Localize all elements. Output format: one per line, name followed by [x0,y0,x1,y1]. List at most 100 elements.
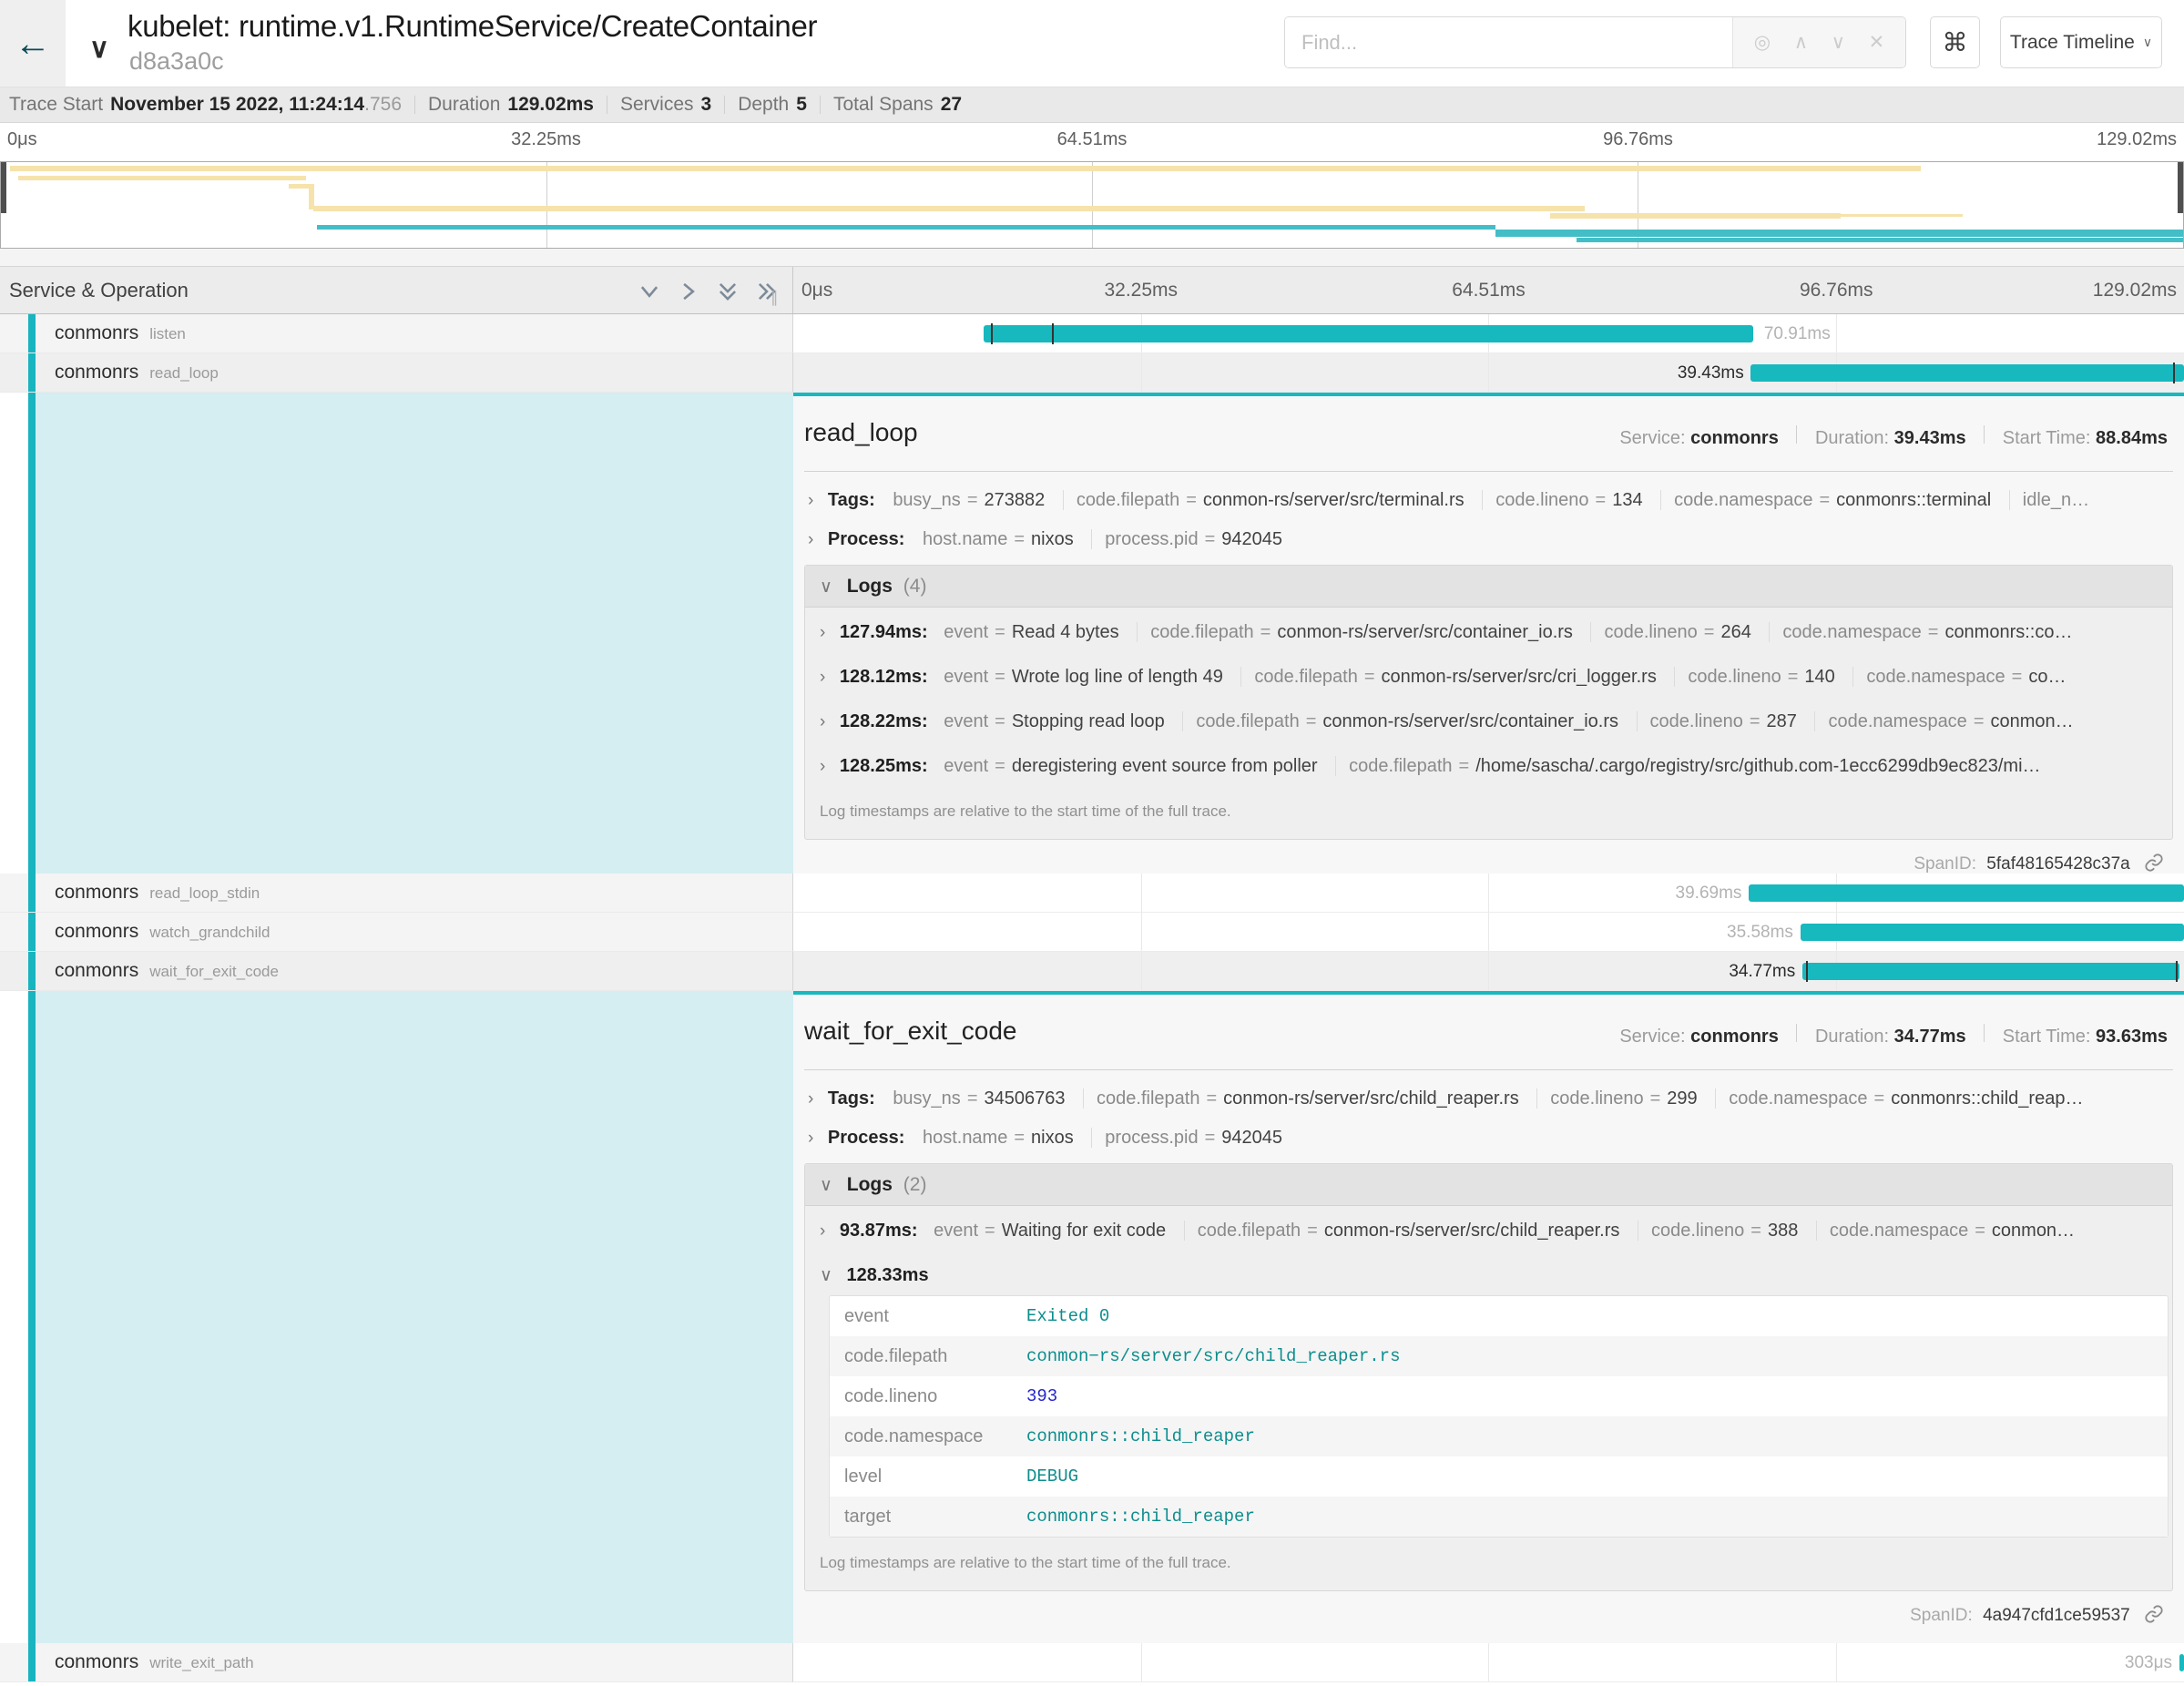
span-bar[interactable] [1801,924,2184,941]
span-bar[interactable] [1749,884,2184,902]
timeline-tick: 32.25ms [1104,280,1178,301]
span-duration-label: 39.43ms [1678,353,1744,393]
timeline-tick: 96.76ms [1800,280,1873,301]
span-row-read-loop-stdin: conmonrsread_loop_stdin 39.69ms [0,874,2184,913]
minimap-tick: 32.25ms [511,129,581,150]
log-entry-expanded[interactable]: ∨ 128.33ms [805,1251,2172,1286]
span-bar[interactable] [1750,364,2184,382]
service-meta-label: Service: [1619,428,1685,448]
log-timestamp: 127.94ms: [840,622,928,642]
find-group: ◎ ∧ ∨ ✕ [1284,16,1906,68]
span-name-cell[interactable]: conmonrsread_loop [0,353,793,393]
log-field: code.namespace=conmon… [1816,1221,2075,1241]
log-field: code.filepath=conmon-rs/server/src/conta… [1182,711,1618,731]
process-row[interactable]: › Process: host.name=nixos process.pid=9… [804,1128,2173,1149]
find-input[interactable] [1285,17,1732,67]
tags-row[interactable]: › Tags: busy_ns=273882 code.filepath=con… [804,490,2173,511]
logs-header[interactable]: ∨ Logs (4) [805,566,2172,608]
focus-match-icon[interactable]: ◎ [1754,31,1771,54]
minimap-tick: 64.51ms [1057,129,1128,150]
column-resizer-grip[interactable]: ∥ [771,289,781,307]
logs-label: Logs [847,1174,893,1195]
trace-title-chevron-icon[interactable]: ∨ [89,33,109,65]
span-name-cell[interactable]: conmonrsread_loop_stdin [0,874,793,913]
span-rows: conmonrslisten 70.91ms conmonrsread_loop… [0,314,2184,1682]
span-duration-label: 70.91ms [1764,314,1831,353]
service-name: conmonrs [55,921,138,942]
viewport-drag-handle-right[interactable] [2178,162,2183,213]
prev-match-icon[interactable]: ∧ [1794,31,1808,54]
log-field: code.lineno=287 [1637,711,1797,731]
process-row[interactable]: › Process: host.name=nixos process.pid=9… [804,529,2173,550]
log-marker [1052,323,1054,344]
chevron-right-icon: › [820,668,825,687]
back-button[interactable]: ← [0,0,66,87]
back-arrow-icon: ← [15,26,51,62]
span-detail-read-loop: read_loop Service: conmonrs Duration: 39… [0,393,2184,874]
log-entry[interactable]: › 127.94ms: event=Read 4 bytes code.file… [805,608,2172,652]
expand-one-icon[interactable] [677,280,700,303]
viewport-drag-handle-left[interactable] [1,162,6,213]
logs-label: Logs [847,576,893,597]
total-spans-value: 27 [941,94,962,116]
service-meta-value: conmonrs [1690,1027,1779,1047]
span-name-cell[interactable]: conmonrswait_for_exit_code [0,952,793,991]
minimap-tick: 0μs [7,129,37,150]
logs-header[interactable]: ∨ Logs (2) [805,1164,2172,1206]
minimap-canvas[interactable] [0,161,2184,249]
depth-label: Depth [738,94,789,116]
span-bar[interactable] [2179,1654,2184,1671]
logs-count: (2) [903,1174,927,1195]
start-meta-value: 93.63ms [2096,1027,2168,1047]
span-bar[interactable] [1802,963,2179,980]
log-field: code.lineno=264 [1590,622,1750,642]
span-id-row: SpanID: 5faf48165428c37a [804,840,2173,874]
detail-indent-bar [28,991,36,1643]
copy-link-icon[interactable] [2144,1604,2164,1624]
duration-meta-value: 39.43ms [1894,428,1966,448]
log-field: event=Read 4 bytes [944,622,1118,642]
tags-row[interactable]: › Tags: busy_ns=34506763 code.filepath=c… [804,1088,2173,1109]
duration-value: 129.02ms [507,94,594,116]
collapse-one-icon[interactable] [638,280,661,303]
span-id-value: 5faf48165428c37a [1986,854,2129,874]
span-name-cell[interactable]: conmonrslisten [0,314,793,353]
copy-link-icon[interactable] [2144,853,2164,873]
span-duration-label: 303μs [2125,1643,2172,1682]
minimap-span-line [1577,238,2183,242]
log-entry[interactable]: › 128.22ms: event=Stopping read loop cod… [805,697,2172,741]
clear-find-icon[interactable]: ✕ [1869,31,1885,54]
next-match-icon[interactable]: ∨ [1832,31,1845,54]
chevron-down-icon: ∨ [2143,35,2152,50]
keyboard-shortcuts-button[interactable]: ⌘ [1930,16,1980,68]
span-indent-bar [28,314,36,353]
page-title: kubelet: runtime.v1.RuntimeService/Creat… [128,9,817,44]
log-entry[interactable]: › 128.25ms: event=deregistering event so… [805,741,2172,786]
detail-indent-fill [36,991,793,1643]
timeline-tick-labels: 0μs 32.25ms 64.51ms 96.76ms 129.02ms [793,267,2184,313]
minimap-span-line [1841,214,1963,217]
operation-name: wait_for_exit_code [149,963,279,980]
trace-stats-bar: Trace Start November 15 2022, 11:24:14 .… [0,87,2184,123]
timeline-tick: 129.02ms [2093,280,2177,301]
log-entry[interactable]: › 93.87ms: event=Waiting for exit code c… [805,1206,2172,1251]
collapse-all-icon[interactable] [716,280,740,303]
span-name-cell[interactable]: conmonrswatch_grandchild [0,913,793,952]
span-row-write-exit-path: conmonrswrite_exit_path 303μs [0,1643,2184,1682]
span-row-listen: conmonrslisten 70.91ms [0,314,2184,353]
timeline-column-header: Service & Operation ∥ 0μs 32.25ms 64.51m… [0,266,2184,314]
logs-count: (4) [903,576,927,597]
chevron-down-icon: ∨ [820,577,832,597]
log-entry[interactable]: › 128.12ms: event=Wrote log line of leng… [805,652,2172,697]
view-selector-button[interactable]: Trace Timeline ∨ [2000,16,2162,68]
minimap-span-line [317,225,1495,230]
span-duration-label: 34.77ms [1729,952,1795,991]
trace-id: d8a3a0c [129,47,224,76]
span-bar[interactable] [984,325,1752,342]
log-field: event=deregistering event source from po… [944,756,1317,776]
service-meta-label: Service: [1619,1027,1685,1047]
span-name-cell[interactable]: conmonrswrite_exit_path [0,1643,793,1682]
log-field: code.filepath=conmon-rs/server/src/cri_l… [1240,667,1656,687]
span-indent-bar [28,874,36,912]
span-id-value: 4a947cfd1ce59537 [1983,1606,2130,1625]
